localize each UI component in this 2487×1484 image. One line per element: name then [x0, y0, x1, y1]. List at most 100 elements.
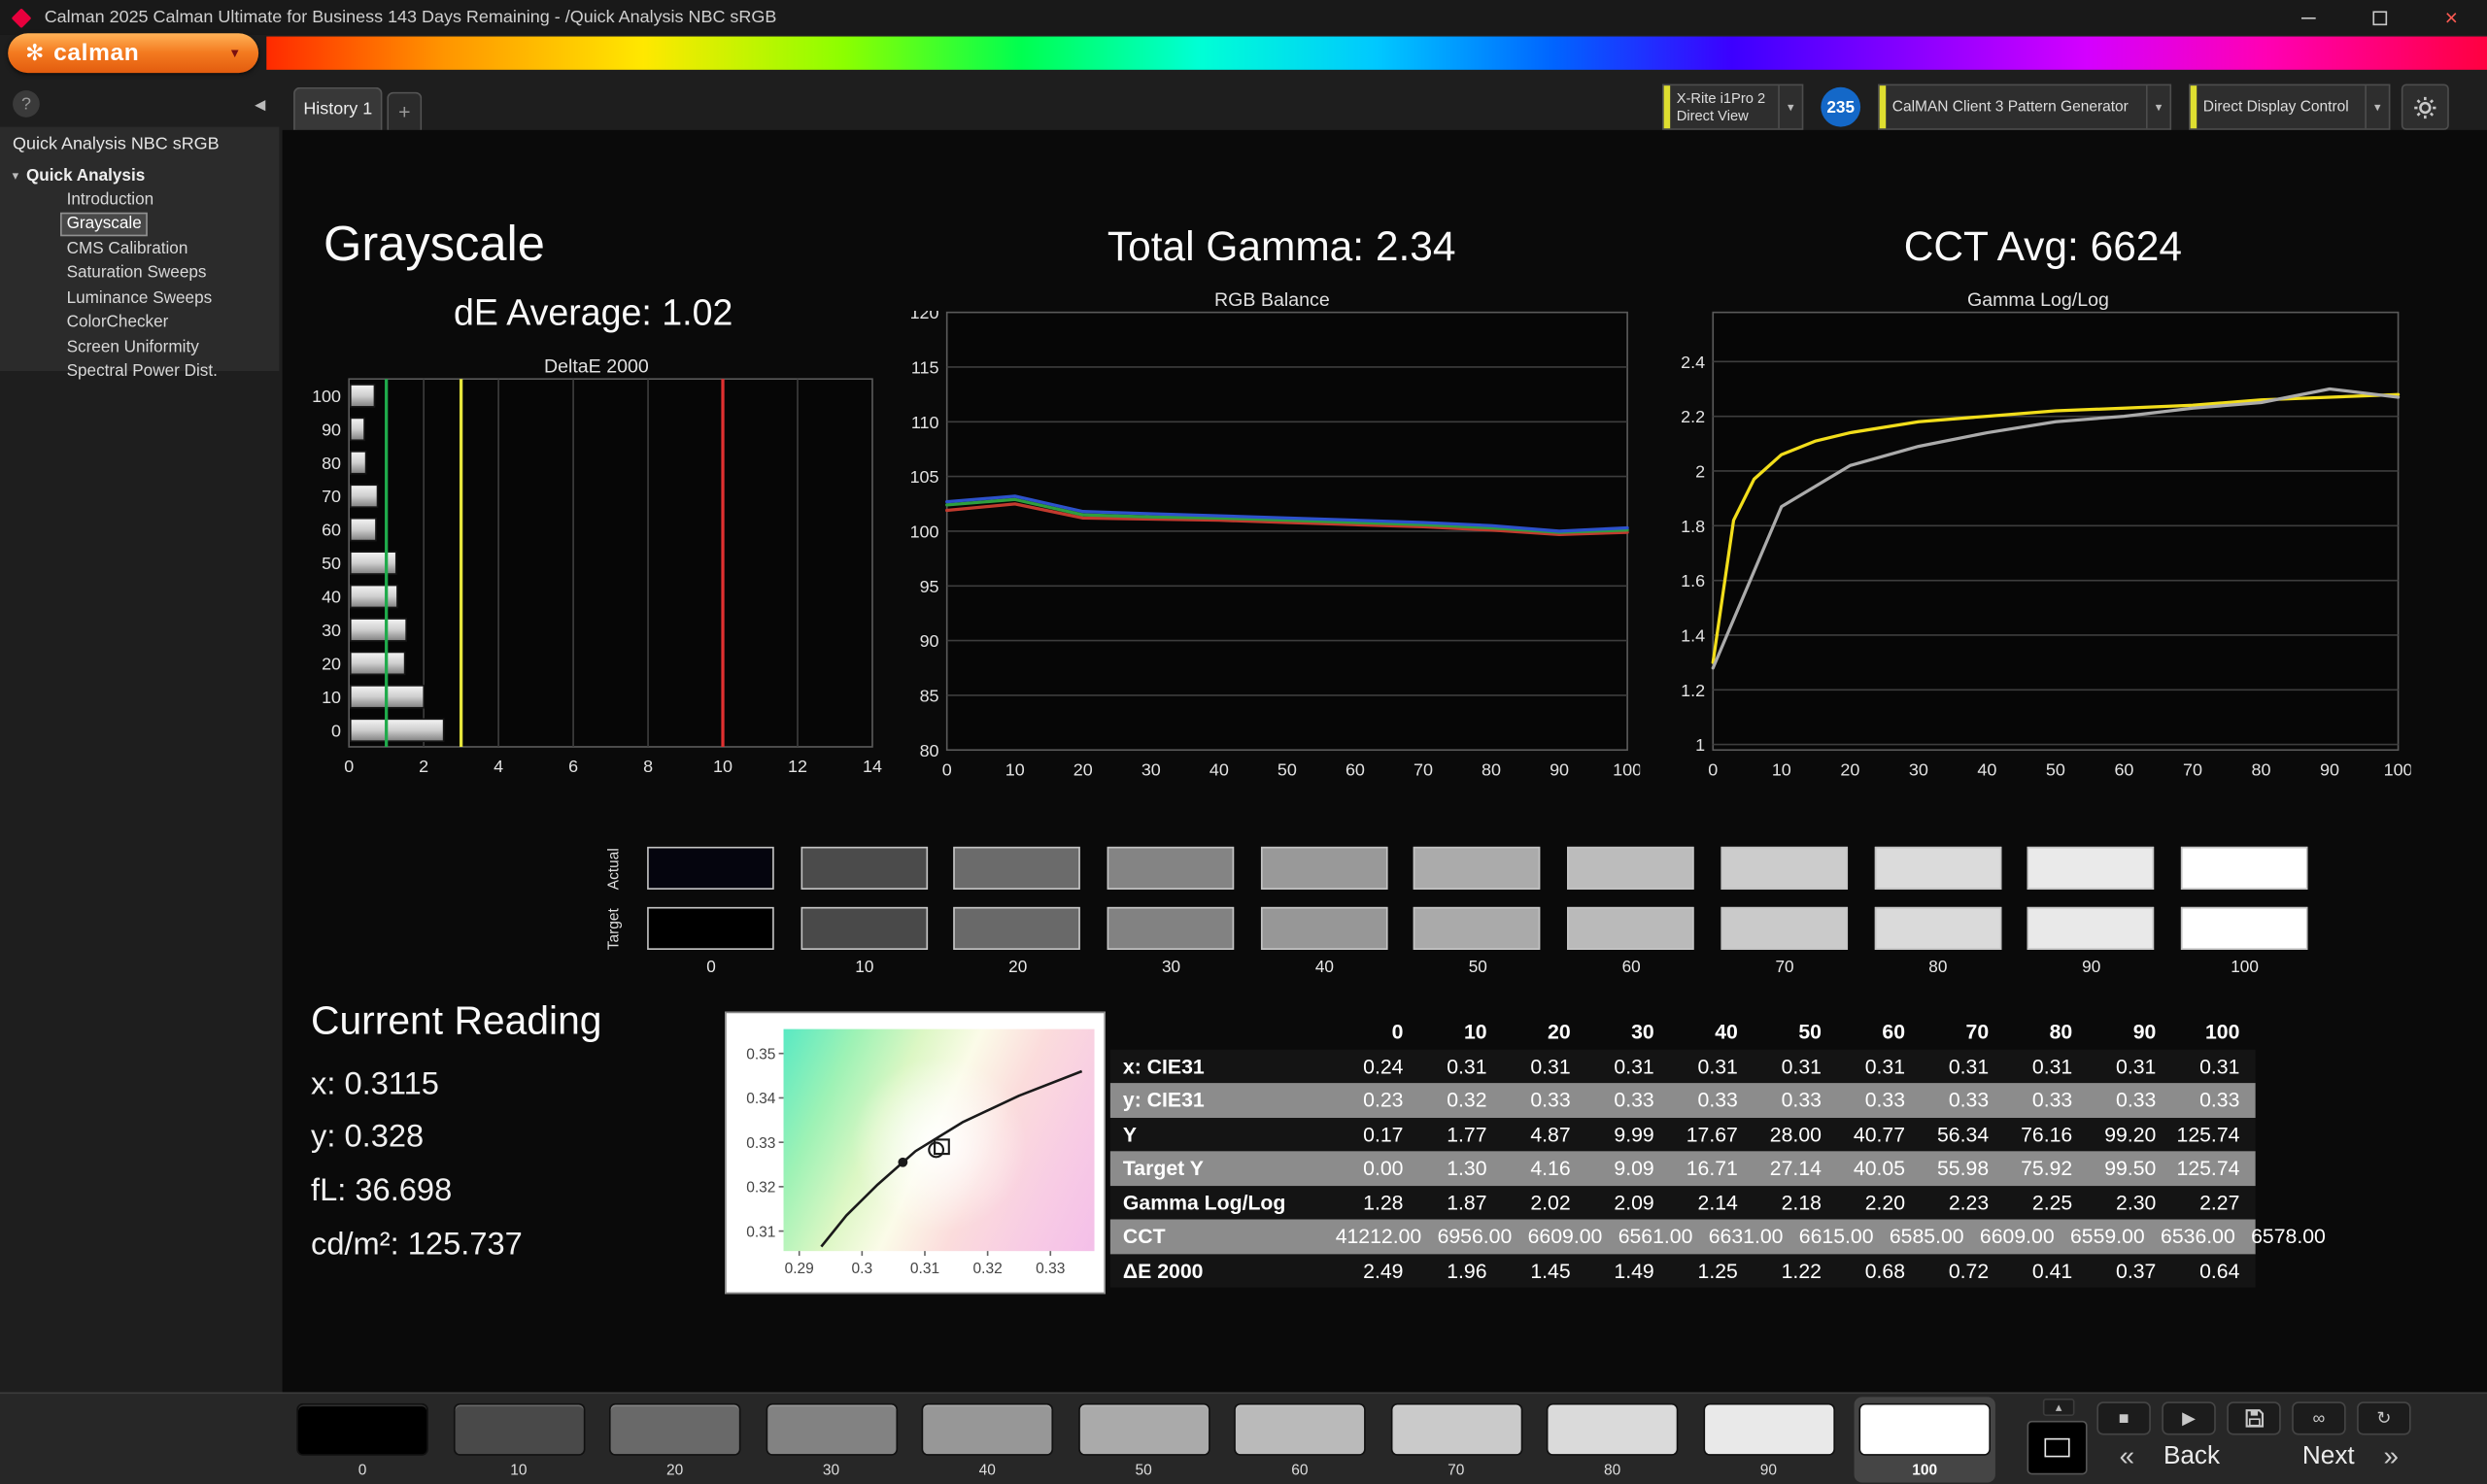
target-swatch-0	[647, 907, 774, 950]
table-cell: 6609.00	[1528, 1225, 1618, 1248]
chevron-down-icon[interactable]: ▾	[2365, 85, 2388, 128]
svg-text:60: 60	[322, 521, 341, 540]
reading-y: y: 0.328	[311, 1120, 424, 1157]
meter-count-badge[interactable]: 235	[1821, 87, 1860, 127]
sidebar-item-introduction[interactable]: Introduction	[60, 188, 160, 211]
table-row-label: x: CIE31	[1110, 1054, 1336, 1077]
svg-text:0: 0	[331, 721, 341, 740]
continuous-measure-button[interactable]: ∞	[2292, 1401, 2346, 1434]
maximize-button[interactable]	[2344, 0, 2415, 35]
display-control-dropdown[interactable]: Direct Display Control ▾	[2189, 84, 2390, 130]
table-cell: 27.14	[1754, 1157, 1837, 1180]
level-button-30[interactable]: 30	[761, 1397, 902, 1482]
pattern-window-button[interactable]	[2027, 1421, 2088, 1475]
level-button-100[interactable]: 100	[1855, 1397, 1995, 1482]
tree-expander-icon: ▾	[13, 170, 18, 183]
swatch-column-10: 10	[788, 847, 941, 993]
pattern-dropdown-body: CalMAN Client 3 Pattern Generator	[1886, 98, 2146, 116]
table-cell: 6615.00	[1799, 1225, 1890, 1248]
level-button-50[interactable]: 50	[1073, 1397, 1213, 1482]
save-button[interactable]	[2227, 1401, 2281, 1434]
table-cell: 0.00	[1336, 1157, 1419, 1180]
stop-button[interactable]: ■	[2096, 1401, 2151, 1434]
svg-text:0.32: 0.32	[973, 1261, 1003, 1277]
table-cell: 0.31	[1837, 1054, 1921, 1077]
refresh-button[interactable]: ↻	[2357, 1401, 2411, 1434]
svg-text:40: 40	[1977, 759, 1996, 779]
level-button-70[interactable]: 70	[1385, 1397, 1526, 1482]
app-window: Calman 2025 Calman Ultimate for Business…	[0, 0, 2487, 1484]
table-column-header: 80	[2004, 1020, 2088, 1043]
reading-cdm2: cd/m²: 125.737	[311, 1228, 523, 1265]
pattern-generator-name: CalMAN Client 3 Pattern Generator	[1892, 98, 2140, 116]
play-button[interactable]: ▶	[2162, 1401, 2216, 1434]
level-button-10[interactable]: 10	[448, 1397, 589, 1482]
svg-text:80: 80	[920, 741, 939, 760]
table-cell: 0.33	[2172, 1088, 2256, 1111]
next-chevrons-icon[interactable]: »	[2373, 1441, 2408, 1473]
svg-text:0.34: 0.34	[746, 1091, 776, 1107]
svg-text:10: 10	[1005, 759, 1025, 779]
table-column-header: 60	[1837, 1020, 1921, 1043]
swatch-column-70: 70	[1708, 847, 1861, 993]
sidebar-item-cms-calibration[interactable]: CMS Calibration	[60, 238, 194, 260]
table-cell: 2.27	[2172, 1191, 2256, 1214]
sidebar-item-saturation-sweeps[interactable]: Saturation Sweeps	[60, 262, 213, 285]
swatch-column-50: 50	[1401, 847, 1554, 993]
table-cell: 1.87	[1419, 1191, 1503, 1214]
settings-button[interactable]	[2402, 84, 2449, 130]
sidebar-item-luminance-sweeps[interactable]: Luminance Sweeps	[60, 287, 219, 309]
sidebar-title: Quick Analysis NBC sRGB	[13, 135, 279, 154]
help-button[interactable]: ?	[13, 90, 40, 118]
table-cell: 6536.00	[2161, 1225, 2251, 1248]
meter-dropdown[interactable]: X-Rite i1Pro 2 Direct View ▾	[1662, 84, 1803, 130]
chevron-down-icon[interactable]: ▾	[2146, 85, 2169, 128]
navigation-controls: « Back Next »	[2109, 1441, 2408, 1473]
svg-text:2: 2	[419, 757, 428, 776]
sidebar-item-grayscale[interactable]: Grayscale	[60, 214, 148, 236]
rgb-balance-chart: RGB Balance 1201151101051009590858001020…	[904, 283, 1641, 787]
back-button[interactable]: Back	[2163, 1443, 2220, 1471]
sidebar-item-screen-uniformity[interactable]: Screen Uniformity	[60, 336, 205, 358]
rgb-balance-chart-title: RGB Balance	[904, 283, 1641, 311]
swatch-column-30: 30	[1095, 847, 1248, 993]
pattern-generator-dropdown[interactable]: CalMAN Client 3 Pattern Generator ▾	[1878, 84, 2171, 130]
target-swatch-10	[801, 907, 928, 950]
table-row-label: ΔE 2000	[1110, 1259, 1336, 1282]
sidebar-item-spectral-power-dist[interactable]: Spectral Power Dist.	[60, 360, 223, 383]
level-button-90[interactable]: 90	[1698, 1397, 1839, 1482]
new-tab-button[interactable]: +	[387, 92, 422, 130]
svg-text:90: 90	[2320, 759, 2339, 779]
table-cell: 0.31	[1419, 1054, 1503, 1077]
table-cell: 40.05	[1837, 1157, 1921, 1180]
actual-swatch-20	[954, 847, 1081, 890]
calman-logo-button[interactable]: ✻ calman ▼	[8, 33, 258, 73]
pattern-window-up-button[interactable]: ▴	[2043, 1399, 2075, 1416]
level-button-60[interactable]: 60	[1229, 1397, 1370, 1482]
sidebar-item-colorchecker[interactable]: ColorChecker	[60, 312, 175, 334]
table-cell: 0.31	[1754, 1054, 1837, 1077]
level-button-label: 90	[1698, 1462, 1839, 1479]
table-column-header: 0	[1336, 1020, 1419, 1043]
tab-history-1[interactable]: History 1	[293, 87, 382, 130]
sidebar-collapse-button[interactable]: ◀	[248, 92, 273, 118]
sidebar-group-quick-analysis[interactable]: ▾ Quick Analysis	[13, 166, 279, 186]
minimize-button[interactable]	[2273, 0, 2344, 35]
close-button[interactable]: ×	[2416, 0, 2487, 35]
level-button-0[interactable]: 0	[291, 1397, 432, 1482]
table-cell: 1.28	[1336, 1191, 1419, 1214]
level-button-80[interactable]: 80	[1542, 1397, 1683, 1482]
level-button-20[interactable]: 20	[604, 1397, 745, 1482]
rgb-balance-chart-svg: 1201151101051009590858001020304050607080…	[904, 311, 1641, 787]
level-button-40[interactable]: 40	[917, 1397, 1058, 1482]
table-cell: 0.33	[1754, 1088, 1837, 1111]
next-button[interactable]: Next	[2302, 1443, 2355, 1471]
table-cell: 0.33	[1670, 1088, 1754, 1111]
gear-icon	[2412, 94, 2437, 119]
chevron-down-icon[interactable]: ▾	[1778, 85, 1801, 128]
minimize-icon	[2301, 17, 2316, 18]
gamma-chart-title: Gamma Log/Log	[1665, 283, 2410, 311]
table-cell: 4.16	[1503, 1157, 1586, 1180]
back-chevrons-icon[interactable]: «	[2109, 1441, 2144, 1473]
swatch-column-90: 90	[2015, 847, 2168, 993]
